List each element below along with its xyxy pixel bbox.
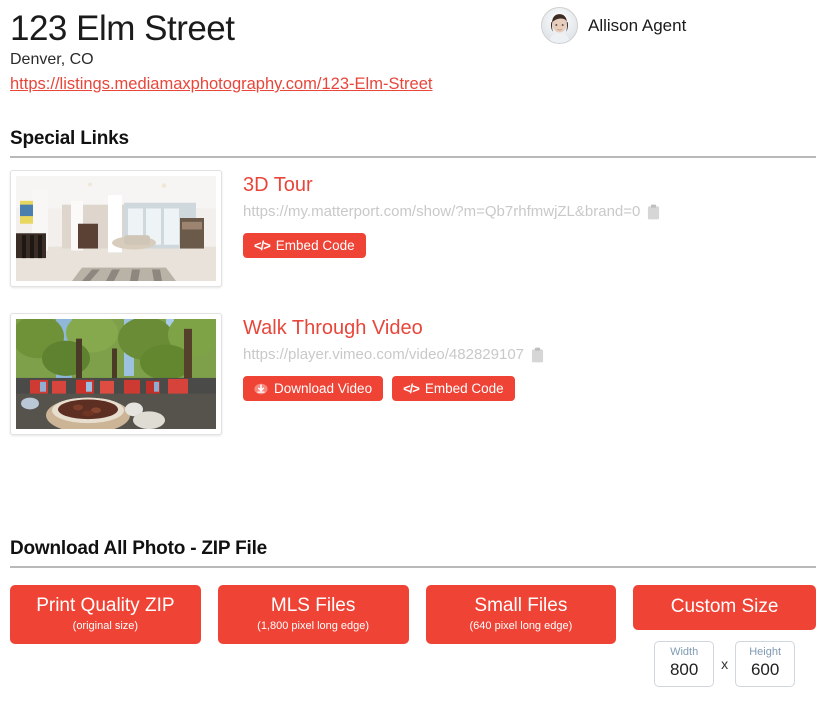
width-input[interactable]: Width 800	[654, 640, 715, 687]
link-url-row: https://my.matterport.com/show/?m=Qb7rhf…	[243, 203, 660, 220]
list-item: 3D Tour https://my.matterport.com/show/?…	[0, 170, 826, 288]
width-value: 800	[669, 659, 699, 679]
height-value: 600	[750, 659, 780, 679]
embed-code-label: Embed Code	[275, 237, 355, 253]
clipboard-icon[interactable]	[531, 347, 544, 363]
thumbnail-walk-through-video[interactable]	[10, 313, 222, 436]
download-video-label: Download Video	[274, 380, 373, 396]
agent-name-label: Allison Agent	[588, 15, 687, 35]
agent-info[interactable]: Allison Agent	[541, 7, 686, 44]
embed-code-label: Embed Code	[424, 380, 504, 396]
list-item: Walk Through Video https://player.vimeo.…	[0, 313, 826, 436]
thumbnail-image	[16, 319, 216, 430]
zip-button-row: Print Quality ZIP (original size) MLS Fi…	[0, 585, 826, 687]
divider	[10, 156, 816, 159]
mls-files-button[interactable]: MLS Files (1,800 pixel long edge)	[217, 585, 409, 644]
zip-section-heading: Download All Photo - ZIP File	[10, 538, 268, 559]
code-icon: </>	[254, 238, 271, 254]
custom-size-group: Custom Size Width 800 x Height 600	[633, 585, 816, 687]
link-url-walk-through-video: https://player.vimeo.com/video/482829107	[243, 346, 525, 364]
custom-dimensions-row: Width 800 x Height 600	[633, 640, 816, 687]
special-links-heading: Special Links	[10, 128, 129, 150]
avatar	[541, 7, 578, 44]
link-details: Walk Through Video https://player.vimeo.…	[222, 313, 544, 402]
small-files-label: Small Files	[474, 595, 568, 616]
custom-size-button[interactable]: Custom Size	[633, 585, 816, 630]
clipboard-icon[interactable]	[647, 204, 660, 220]
link-title-walk-through-video[interactable]: Walk Through Video	[243, 317, 544, 340]
embed-code-button-3d-tour[interactable]: </> Embed Code	[243, 233, 366, 259]
small-files-sublabel: (640 pixel long edge)	[469, 619, 573, 632]
link-details: 3D Tour https://my.matterport.com/show/?…	[222, 170, 660, 259]
listing-delivery-page: 123 Elm Street Denver, CO https://listin…	[0, 0, 826, 707]
print-quality-zip-label: Print Quality ZIP	[36, 595, 175, 616]
page-header: 123 Elm Street Denver, CO https://listin…	[0, 0, 826, 94]
print-quality-zip-button[interactable]: Print Quality ZIP (original size)	[10, 585, 201, 644]
height-input[interactable]: Height 600	[735, 640, 796, 687]
download-video-button[interactable]: Download Video	[243, 376, 384, 402]
mls-files-label: MLS Files	[270, 595, 356, 616]
height-label: Height	[749, 645, 782, 658]
link-url-row: https://player.vimeo.com/video/482829107	[243, 346, 544, 363]
city-state-label: Denver, CO	[10, 51, 94, 69]
embed-code-button-walk-through-video[interactable]: </> Embed Code	[392, 376, 515, 402]
link-actions: </> Embed Code	[243, 233, 660, 259]
listing-url-link[interactable]: https://listings.mediamaxphotography.com…	[10, 75, 432, 94]
code-icon: </>	[403, 381, 420, 397]
link-title-3d-tour[interactable]: 3D Tour	[243, 174, 660, 197]
zip-download-section: Download All Photo - ZIP File Print Qual…	[0, 538, 826, 687]
small-files-button[interactable]: Small Files (640 pixel long edge)	[425, 585, 617, 644]
dimension-separator: x	[721, 655, 729, 672]
thumbnail-3d-tour[interactable]	[10, 170, 222, 288]
link-actions: Download Video </> Embed Code	[243, 376, 544, 402]
mls-files-sublabel: (1,800 pixel long edge)	[257, 619, 370, 632]
divider	[10, 566, 816, 568]
download-icon	[254, 383, 268, 394]
print-quality-zip-sublabel: (original size)	[72, 619, 139, 632]
width-label: Width	[670, 645, 699, 658]
page-title: 123 Elm Street	[10, 9, 235, 48]
link-url-3d-tour: https://my.matterport.com/show/?m=Qb7rhf…	[243, 203, 641, 221]
thumbnail-image	[16, 176, 216, 282]
special-links-section: Special Links 3D Tour https://my.matterp…	[0, 128, 826, 436]
